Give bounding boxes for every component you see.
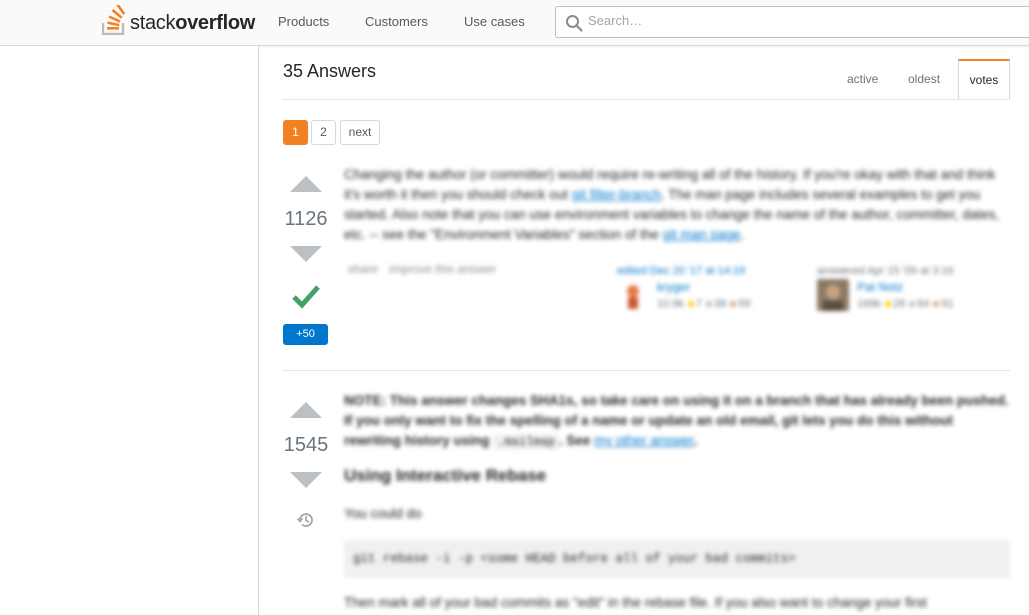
tab-votes[interactable]: votes <box>958 59 1010 100</box>
answer-separator <box>282 370 1010 371</box>
bounty-badge[interactable]: +50 <box>283 324 328 345</box>
answer2-vote-count: 1545 <box>283 434 329 456</box>
upvote-arrow-icon[interactable] <box>290 176 322 192</box>
answer1-post-menu: share improve this answer <box>348 262 504 276</box>
history-icon[interactable] <box>296 510 316 530</box>
pager-page-1[interactable]: 1 <box>283 120 308 145</box>
improve-answer-link[interactable]: improve this answer <box>389 262 496 276</box>
left-sidebar <box>0 46 259 615</box>
author-silver-count: 84 <box>917 298 930 310</box>
author-signature: answered Apr 15 '09 at 3:16 Pat Notz 166… <box>817 265 1007 320</box>
top-bar: stackoverflow Products Customers Use cas… <box>0 0 1029 46</box>
bronze-badge-icon <box>933 301 940 307</box>
author-username[interactable]: Pat Notz <box>857 280 903 294</box>
search-box[interactable] <box>555 6 1029 38</box>
answer2-note: NOTE: This answer changes SHA1s, so take… <box>344 391 1009 452</box>
editor-bronze-count: 59 <box>738 298 751 310</box>
editor-avatar[interactable] <box>617 279 649 311</box>
author-avatar[interactable] <box>817 279 849 311</box>
answered-timestamp: answered Apr 15 '09 at 3:16 <box>817 265 954 277</box>
answer1-vote-count: 1126 <box>284 208 328 230</box>
logo-wordmark: stackoverflow <box>130 11 255 35</box>
editor-signature: edited Dec 20 '17 at 14:19 kryger 10.9k 7… <box>617 265 797 320</box>
stackoverflow-logo-icon <box>102 5 126 35</box>
nav-products[interactable]: Products <box>278 14 329 29</box>
logo-overflow: overflow <box>175 12 256 34</box>
answers-count-title: 35 Answers <box>283 61 377 81</box>
silver-badge-icon <box>706 301 713 307</box>
answer2-note-end: . <box>693 433 698 448</box>
stackoverflow-logo[interactable]: stackoverflow <box>102 5 255 35</box>
my-other-answer-link[interactable]: my other answer <box>594 433 694 448</box>
share-link[interactable]: share <box>348 262 378 276</box>
git-man-page-link[interactable]: git man page <box>663 227 741 242</box>
editor-gold-count: 7 <box>695 298 703 310</box>
pager-page-2[interactable]: 2 <box>311 120 336 145</box>
answer2-code-block: git rebase -i -p <some HEAD before all o… <box>344 540 1010 578</box>
bronze-badge-icon <box>730 301 737 307</box>
upvote-arrow-icon[interactable] <box>290 402 322 418</box>
editor-username[interactable]: kryger <box>657 280 690 294</box>
tab-active[interactable]: active <box>847 72 878 86</box>
pager-next[interactable]: next <box>340 120 380 145</box>
tab-votes-label: votes <box>969 73 999 87</box>
gold-badge-icon <box>884 301 891 307</box>
edited-timestamp[interactable]: edited Dec 20 '17 at 14:19 <box>617 265 797 277</box>
editor-rep-score: 10.9k <box>657 298 684 310</box>
gold-badge-icon <box>687 301 694 307</box>
answer2-note-see: . See <box>558 433 595 448</box>
downvote-arrow-icon[interactable] <box>290 246 322 262</box>
silver-badge-icon <box>909 301 916 307</box>
mailmap-code: .mailmap <box>493 434 559 450</box>
nav-customers[interactable]: Customers <box>365 14 428 29</box>
answers-header-divider <box>282 99 1010 100</box>
editor-reputation: 10.9k 7 38 59 <box>657 298 751 310</box>
author-bronze-count: 91 <box>941 298 954 310</box>
nav-use-cases[interactable]: Use cases <box>464 14 525 29</box>
downvote-arrow-icon[interactable] <box>290 472 322 488</box>
search-icon <box>566 15 583 32</box>
author-rep-score: 166k <box>857 298 881 310</box>
accepted-checkmark-icon <box>292 285 320 309</box>
editor-silver-count: 38 <box>714 298 727 310</box>
search-input[interactable] <box>588 13 988 28</box>
tab-oldest[interactable]: oldest <box>908 72 940 86</box>
answer2-heading: Using Interactive Rebase <box>344 466 547 485</box>
author-reputation: 166k 28 84 91 <box>857 298 954 310</box>
author-gold-count: 28 <box>892 298 906 310</box>
git-filter-branch-link[interactable]: git filter-branch <box>572 187 661 202</box>
answer2-tail-text: Then mark all of your bad commits as "ed… <box>344 595 927 610</box>
answer1-text-3: . <box>740 227 745 242</box>
logo-stack: stack <box>130 12 176 34</box>
answer1-body: Changing the author (or committer) would… <box>344 165 1009 245</box>
answer2-you-could-do: You could do <box>344 506 422 521</box>
